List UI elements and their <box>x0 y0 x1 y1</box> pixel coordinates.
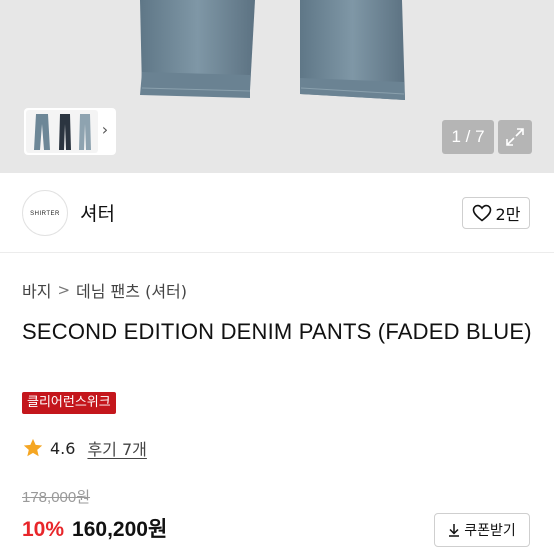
breadcrumb-item-pants[interactable]: 바지 <box>22 278 51 302</box>
sale-price: 160,200원 <box>72 518 168 541</box>
brand-row: SHIRTER 셔터 2만 <box>0 173 554 253</box>
brand-name[interactable]: 셔터 <box>80 199 115 226</box>
download-icon <box>449 524 460 537</box>
rating-row: 4.6 후기 7개 <box>22 436 147 460</box>
chevron-right-icon: > <box>57 281 71 299</box>
thumbnail-strip[interactable]: › <box>24 108 116 155</box>
breadcrumb-item-denim[interactable]: 데님 팬츠 (셔터) <box>76 278 187 302</box>
thumbnail-jeans-graphic <box>34 114 91 150</box>
brand-logo[interactable]: SHIRTER <box>22 190 68 236</box>
expand-icon[interactable] <box>498 120 532 154</box>
thumbnail-image[interactable] <box>26 110 98 153</box>
rating-value: 4.6 <box>50 438 76 458</box>
original-price: 178,000원 <box>22 489 91 506</box>
breadcrumb: 바지 > 데님 팬츠 (셔터) <box>22 278 187 302</box>
heart-outline-icon <box>472 204 491 222</box>
coupon-button[interactable]: 쿠폰받기 <box>434 513 530 547</box>
product-image-gallery[interactable]: › 1 / 7 <box>0 0 554 173</box>
like-button[interactable]: 2만 <box>462 197 530 229</box>
like-count: 2만 <box>495 205 521 224</box>
product-title: SECOND EDITION DENIM PANTS (FADED BLUE) <box>22 319 532 344</box>
coupon-label: 쿠폰받기 <box>464 523 516 539</box>
price-row: 10% 160,200원 <box>22 513 167 543</box>
reviews-link[interactable]: 후기 7개 <box>87 436 146 460</box>
discount-rate: 10% <box>22 518 65 541</box>
star-icon <box>23 438 43 457</box>
thumbnail-next-icon[interactable]: › <box>98 120 112 140</box>
image-counter: 1 / 7 <box>442 120 494 154</box>
promo-badge: 클리어런스위크 <box>22 392 116 414</box>
